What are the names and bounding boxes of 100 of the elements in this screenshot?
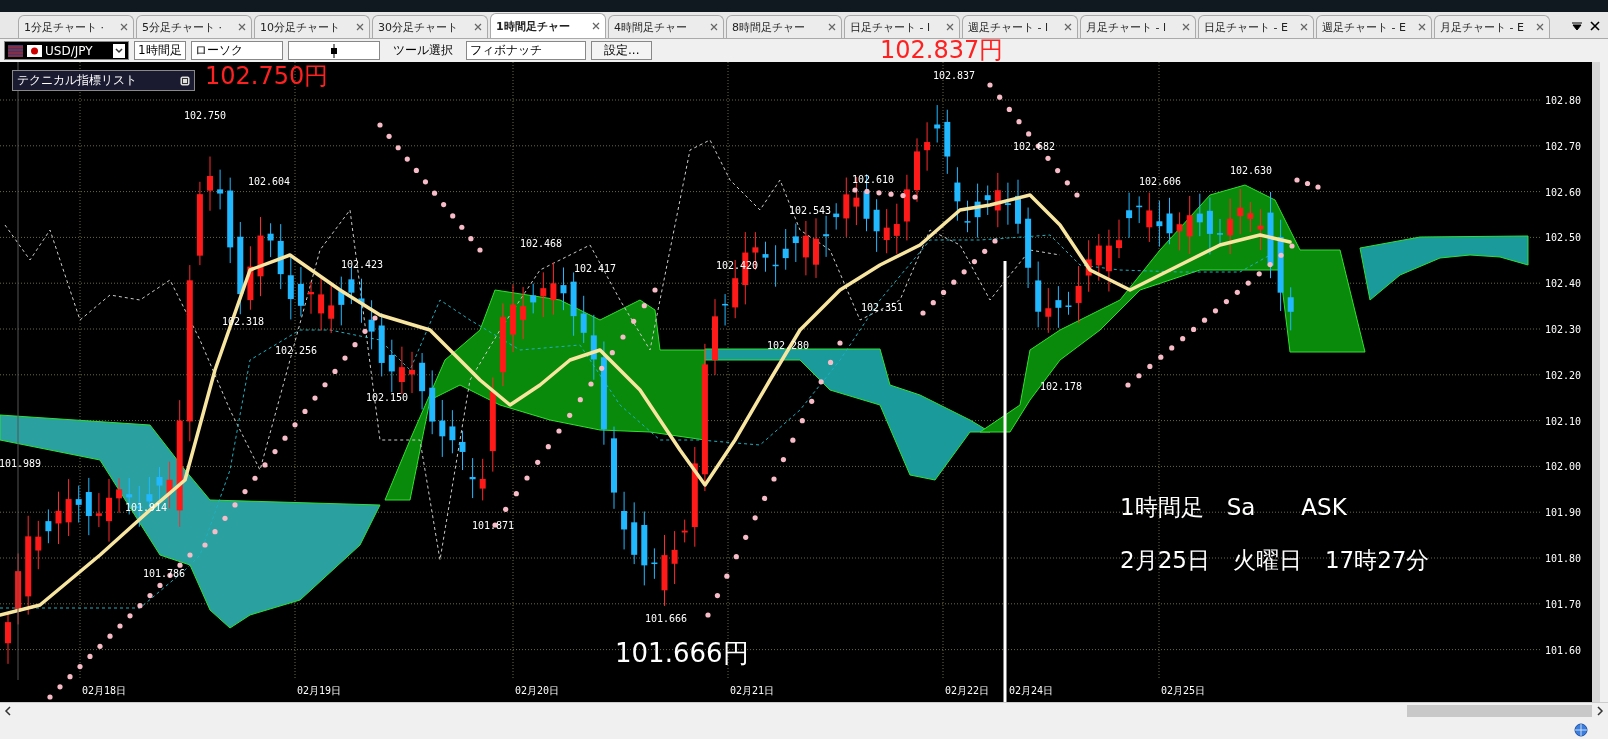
candlestick [1156, 200, 1163, 248]
flag-icon [8, 44, 42, 57]
candlestick [55, 491, 62, 545]
chart-tab[interactable]: 1時間足チャー [490, 13, 606, 38]
date-label: 02月25日 [1161, 685, 1206, 696]
candlestick [85, 477, 92, 536]
price-label: 102.423 [340, 259, 384, 270]
axis-label: 102.20 [1545, 369, 1582, 381]
axis-label: 102.80 [1545, 95, 1582, 106]
candlestick [944, 109, 951, 175]
candlestick [297, 266, 304, 317]
candlestick [1116, 219, 1122, 259]
chart-tab[interactable]: 週足チャート - l [962, 15, 1078, 38]
period-select[interactable]: 1時間足 [134, 41, 186, 60]
chart-tab[interactable]: 8時間足チャー [726, 15, 842, 38]
candlestick [994, 172, 1001, 228]
candlestick [1105, 229, 1112, 292]
price-label: 102.630 [1229, 165, 1273, 176]
price-label: 102.178 [1039, 381, 1083, 392]
candlestick [590, 314, 597, 381]
candlestick [1075, 265, 1082, 324]
candlestick [429, 369, 436, 435]
candlestick [469, 457, 476, 499]
chart-tab[interactable]: 5分足チャート · [136, 15, 252, 38]
chart-tab[interactable]: 月足チャート - l [1080, 15, 1196, 38]
tool-select[interactable]: フィボナッチ [466, 41, 586, 60]
candlestick [1126, 192, 1133, 239]
price-label: 101.989 [0, 458, 42, 469]
candlestick [1196, 193, 1203, 237]
chart-tab[interactable]: 週足チャート - E [1316, 15, 1432, 38]
candlestick [247, 245, 254, 311]
date-label: 02月19日 [297, 685, 342, 696]
price-label: 102.256 [274, 345, 318, 356]
axis-label: 102.00 [1545, 461, 1582, 473]
chart-tab[interactable]: 4時間足チャー [608, 15, 724, 38]
axis-label: 102.30 [1545, 324, 1582, 335]
candlestick [308, 281, 314, 315]
caption-text: 1時間足 Sa ASK [1120, 493, 1348, 522]
candlestick [540, 271, 547, 318]
candle-style-select[interactable] [288, 41, 380, 60]
candlestick [358, 278, 365, 324]
candlestick [45, 508, 52, 544]
candlestick [1095, 233, 1102, 282]
symbol-select[interactable]: USD/JPY [4, 41, 129, 60]
chart-tab[interactable]: 10分足チャート [254, 15, 370, 38]
candlestick [409, 351, 415, 394]
candlestick [530, 283, 537, 314]
candlestick [419, 352, 426, 410]
candlestick [813, 217, 819, 279]
indicator-list-panel[interactable]: テクニカル指標リスト [12, 70, 195, 91]
candlestick [964, 200, 971, 233]
candlestick [217, 169, 224, 210]
candlestick [550, 262, 557, 316]
candlestick [479, 458, 486, 501]
candlestick [116, 477, 123, 514]
candlestick [651, 547, 658, 580]
chart-tab[interactable]: 日足チャート - E [1198, 15, 1314, 38]
candlestick [1136, 195, 1143, 224]
candlestick [782, 228, 789, 271]
candlestick [1237, 188, 1244, 235]
candlestick [580, 295, 587, 344]
candlestick [35, 520, 42, 570]
chart-tab[interactable]: 月足チャート - E [1434, 15, 1550, 38]
maximize-icon[interactable] [180, 75, 190, 86]
candlestick [1287, 286, 1294, 331]
candlestick [772, 244, 779, 288]
candlestick [934, 104, 941, 143]
settings-button[interactable]: 設定... [591, 41, 653, 60]
axis-label: 101.70 [1545, 598, 1582, 610]
horizontal-scrollbar[interactable] [0, 702, 1608, 719]
date-label: 02月21日 [730, 685, 775, 696]
candlestick [903, 174, 910, 241]
candlestick [106, 478, 112, 543]
close-icon[interactable] [1590, 21, 1600, 31]
price-annotation: 102.837円 [880, 38, 1004, 62]
candlestick [65, 478, 72, 537]
candlestick [287, 254, 294, 320]
candlestick [378, 312, 385, 377]
axis-label: 102.50 [1545, 232, 1582, 244]
candlestick [520, 286, 527, 340]
chart-tab[interactable]: 1分足チャート · [18, 15, 134, 38]
candlestick [1166, 197, 1173, 245]
price-label: 102.604 [247, 176, 291, 187]
chart-tab[interactable]: 日足チャート - l [844, 15, 960, 38]
scroll-thumb[interactable] [1407, 705, 1592, 717]
candlestick [95, 492, 102, 528]
date-label: 02月20日 [515, 685, 560, 696]
tool-label: ツール選択 [393, 42, 453, 59]
dropdown-icon[interactable] [1572, 22, 1582, 30]
chart-type-select[interactable]: ローソク [191, 41, 283, 60]
candlestick [1055, 285, 1062, 329]
candlestick [823, 215, 830, 258]
candlestick [792, 223, 799, 263]
chart-tab[interactable]: 30分足チャート [372, 15, 488, 38]
axis-label: 101.60 [1545, 644, 1582, 656]
sar-dot-row [1294, 177, 1321, 190]
candlestick [338, 276, 345, 326]
price-label: 102.606 [1138, 176, 1182, 187]
candlestick [802, 220, 809, 276]
price-annotation: 102.750円 [205, 64, 329, 88]
